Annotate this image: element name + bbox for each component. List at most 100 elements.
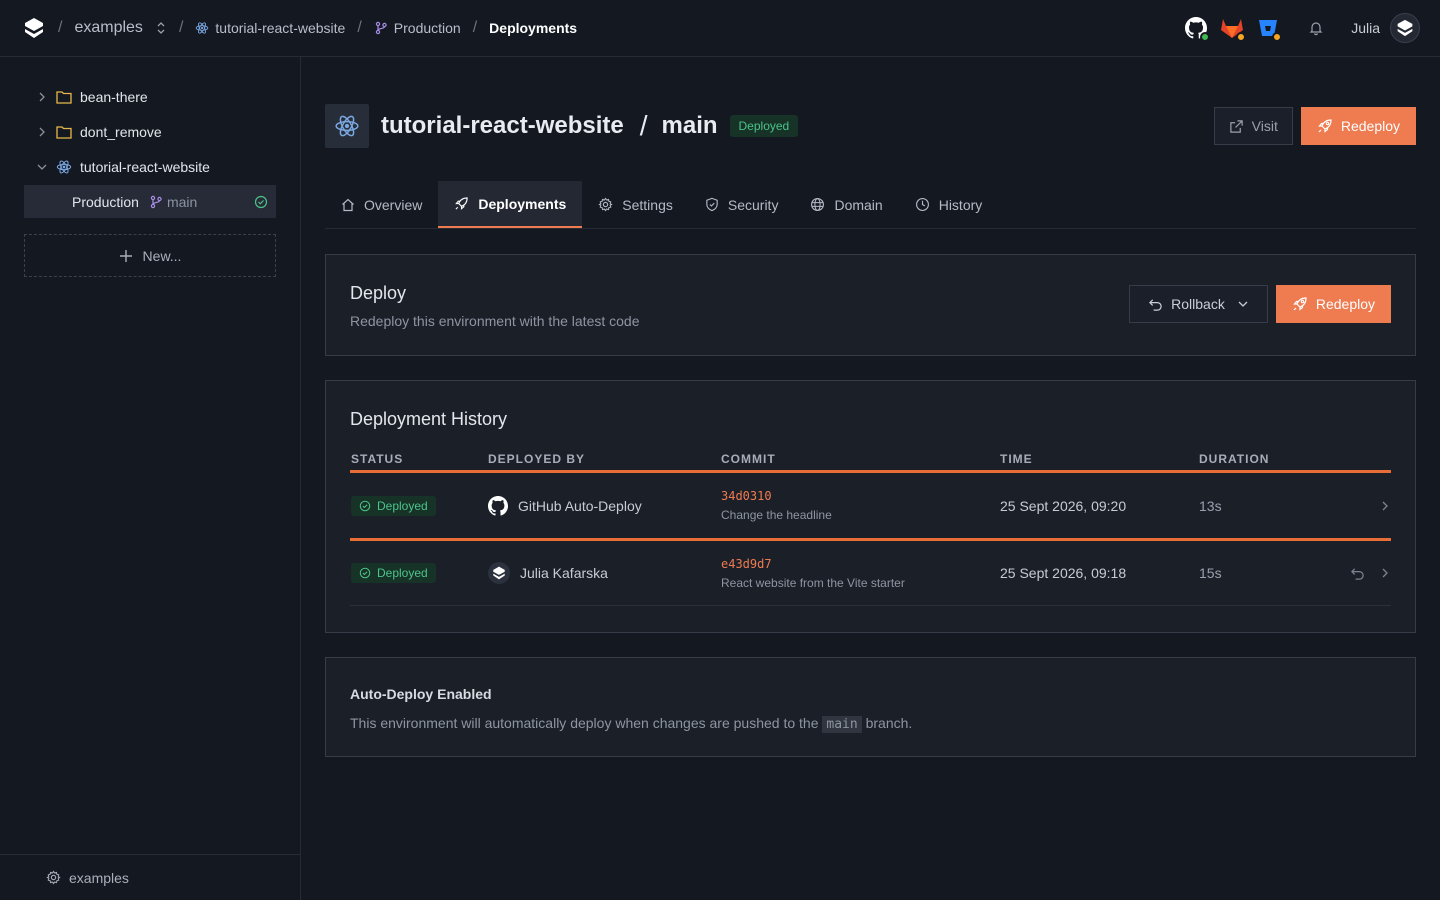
deployed-by-cell: Julia Kafarska — [488, 562, 721, 584]
check-circle-icon — [359, 567, 371, 579]
avatar[interactable] — [1390, 13, 1420, 43]
tree-item-production[interactable]: Production main — [24, 185, 276, 218]
visit-label: Visit — [1251, 118, 1278, 134]
tab-settings[interactable]: Settings — [582, 181, 689, 228]
deploy-card: Deploy Redeploy this environment with th… — [325, 254, 1416, 356]
plus-icon — [119, 249, 132, 262]
tab-domain[interactable]: Domain — [794, 181, 898, 228]
redeploy-label: Redeploy — [1340, 118, 1400, 134]
tab-label: Settings — [622, 196, 673, 213]
breadcrumb-separator: / — [472, 19, 478, 36]
project-icon — [325, 104, 369, 148]
gitlab-icon[interactable] — [1219, 15, 1247, 42]
table-row[interactable]: Deployed Julia Kafarska e43d9d7 React we… — [350, 541, 1391, 606]
commit-hash[interactable]: e43d9d7 — [721, 557, 1000, 571]
auto-deploy-card: Auto-Deploy Enabled This environment wil… — [325, 657, 1416, 757]
auto-deploy-text-after: branch. — [865, 715, 913, 731]
tab-label: Overview — [364, 196, 423, 213]
breadcrumb-project[interactable]: tutorial-react-website — [195, 20, 345, 36]
tab-bar: Overview Deployments Settings Security D… — [325, 181, 1416, 229]
react-icon — [56, 160, 72, 173]
breadcrumb-project-label: tutorial-react-website — [215, 20, 346, 36]
column-header-status: STATUS — [351, 451, 404, 466]
top-right-actions: Julia — [1173, 13, 1420, 43]
app-logo-icon[interactable] — [22, 16, 46, 40]
environment-label: Production — [72, 193, 139, 210]
table-row[interactable]: Deployed GitHub Auto-Deploy 34d0310 Chan… — [350, 473, 1391, 541]
app-logo-icon — [493, 566, 505, 580]
title-separator: / — [639, 110, 648, 141]
tab-label: Deployments — [478, 195, 567, 212]
shield-icon — [706, 197, 718, 212]
chevron-down-icon — [1238, 301, 1248, 307]
history-title: Deployment History — [350, 409, 508, 429]
tree-item-dont-remove[interactable]: dont_remove — [24, 114, 276, 149]
commit-hash[interactable]: 34d0310 — [721, 489, 1000, 503]
auto-deploy-title: Auto-Deploy Enabled — [350, 686, 492, 702]
tree-item-bean-there[interactable]: bean-there — [24, 79, 276, 114]
folder-icon — [56, 90, 72, 104]
rollback-button[interactable]: Rollback — [1129, 285, 1268, 323]
user-avatar — [488, 562, 510, 584]
deployment-history-card: Deployment History STATUS DEPLOYED BY CO… — [325, 380, 1416, 633]
check-circle-icon — [254, 195, 268, 208]
tab-deployments[interactable]: Deployments — [438, 181, 583, 228]
redeploy-button[interactable]: Redeploy — [1300, 107, 1416, 145]
top-bar: / examples / tutorial-react-website / Pr… — [0, 0, 1440, 57]
page-header: tutorial-react-website / main Deployed V… — [325, 104, 1416, 148]
tree-item-label: tutorial-react-website — [80, 158, 210, 175]
check-circle-icon — [359, 500, 371, 511]
gear-icon — [598, 197, 613, 212]
sidebar-footer[interactable]: examples — [0, 854, 300, 900]
tree-item-label: dont_remove — [80, 123, 162, 140]
sidebar-footer-label: examples — [69, 869, 129, 886]
environment-branch-label: main — [166, 193, 198, 210]
rollback-icon[interactable] — [1350, 566, 1365, 581]
chevron-right-icon — [39, 127, 45, 136]
selector-icon — [157, 22, 165, 34]
home-icon — [342, 198, 354, 211]
new-button-label: New... — [142, 247, 182, 264]
table-header: STATUS DEPLOYED BY COMMIT TIME DURATION — [350, 447, 1391, 473]
redeploy-label: Redeploy — [1315, 296, 1375, 312]
visit-button[interactable]: Visit — [1213, 107, 1293, 145]
new-button[interactable]: New... — [24, 234, 276, 277]
breadcrumb-org[interactable]: examples — [74, 19, 166, 37]
commit-message: React website from the Vite starter — [721, 575, 905, 590]
column-header-commit: COMMIT — [721, 451, 776, 466]
tab-label: Security — [727, 196, 779, 213]
gitlab-status-dot — [1236, 32, 1247, 42]
rollback-label: Rollback — [1171, 296, 1225, 312]
chevron-right-icon[interactable] — [1379, 567, 1391, 579]
github-icon[interactable] — [1183, 15, 1211, 42]
breadcrumb-environment[interactable]: Production — [374, 20, 461, 36]
tab-label: Domain — [834, 196, 883, 213]
tab-overview[interactable]: Overview — [325, 181, 438, 228]
tab-security[interactable]: Security — [689, 181, 795, 228]
project-tree: bean-there dont_remove tutorial-react-we… — [24, 79, 276, 218]
folder-icon — [56, 125, 72, 139]
bitbucket-status-dot — [1272, 32, 1283, 42]
redeploy-button[interactable]: Redeploy — [1275, 285, 1391, 323]
page-title: tutorial-react-website — [381, 112, 624, 139]
tab-history[interactable]: History — [899, 181, 999, 228]
bell-icon[interactable] — [1303, 15, 1329, 41]
rocket-icon — [455, 197, 469, 210]
time-cell: 25 Sept 2026, 09:18 — [1000, 565, 1127, 581]
github-icon — [488, 495, 508, 516]
rocket-icon — [1318, 119, 1332, 133]
main-content: tutorial-react-website / main Deployed V… — [301, 57, 1440, 900]
tab-label: History — [938, 196, 983, 213]
status-label: Deployed — [377, 498, 428, 513]
deploy-actions: Rollback Redeploy — [1129, 285, 1391, 323]
chevron-right-icon[interactable] — [1379, 500, 1391, 512]
status-label: Deployed — [377, 566, 428, 580]
breadcrumb-page: Deployments — [489, 20, 578, 36]
status-badge: Deployed — [351, 563, 436, 583]
tree-item-tutorial-react-website[interactable]: tutorial-react-website — [24, 149, 276, 184]
gear-icon — [46, 870, 61, 885]
commit-message: Change the headline — [721, 508, 832, 522]
bitbucket-icon[interactable] — [1255, 15, 1283, 42]
undo-icon — [1149, 298, 1162, 311]
user-name[interactable]: Julia — [1351, 20, 1380, 36]
